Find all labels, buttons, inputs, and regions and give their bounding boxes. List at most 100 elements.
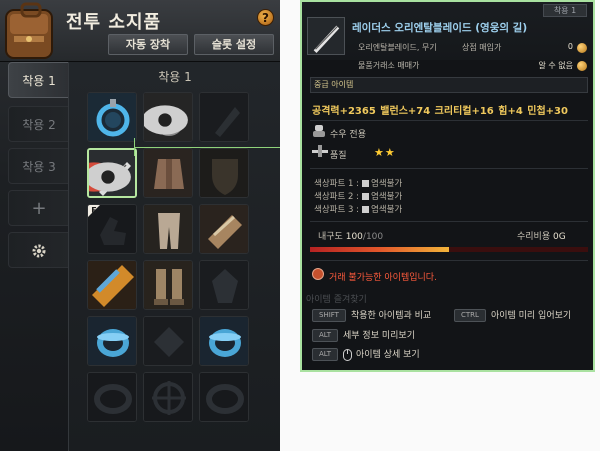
quality-label: 품질 <box>330 151 347 161</box>
slot-necklace[interactable] <box>143 92 193 142</box>
slot-empty-amulet[interactable] <box>199 92 249 142</box>
auto-equip-button[interactable]: 자동 장착 <box>108 34 188 55</box>
inventory-panel: 전투 소지품 ? 자동 장착 슬롯 설정 착용 1 착용 2 착용 3 + 착용… <box>0 0 280 451</box>
class-restriction: 수우 전용 <box>330 130 366 140</box>
bag-icon <box>5 2 53 59</box>
shift-key: SHIFT <box>312 309 346 322</box>
inventory-title: 전투 소지품 <box>66 12 162 33</box>
slot-pants[interactable] <box>143 204 193 254</box>
favorite-ghost-text: 아이템 즐겨찾기 <box>306 295 367 305</box>
item-grade: 중급 아이템 <box>310 77 588 93</box>
coin-icon <box>577 61 587 71</box>
trade-price-label: 물품거래소 매매가 <box>358 61 420 70</box>
durability-bar <box>310 247 449 252</box>
ctrl-key: CTRL <box>454 309 486 322</box>
durability-label: 내구도 <box>318 232 343 242</box>
hint-text: 아이템 미리 입어보기 <box>490 311 572 321</box>
slot-empty-talisman[interactable] <box>199 260 249 310</box>
dye-part-label: 색상파트 2 : <box>314 192 359 202</box>
dye-part-row: 색상파트 2 : 염색불가 <box>314 190 402 202</box>
slot-bracer[interactable] <box>199 204 249 254</box>
shop-price-value: 0 <box>567 42 573 51</box>
quality-icon <box>312 145 328 157</box>
dye-part-row: 색상파트 3 : 염색불가 <box>314 203 402 215</box>
dye-swatch <box>361 180 369 187</box>
blade-icon <box>307 17 345 55</box>
hint-text: 아이템 상세 보기 <box>356 350 420 360</box>
divider <box>310 221 588 222</box>
slot-empty-gloves[interactable]: F <box>87 204 137 254</box>
slot-weapon[interactable] <box>87 148 137 198</box>
item-tooltip: 착용 1 레이더스 오리엔탈블레이드 (영웅의 길) 오리엔탈블레이드, 무기 … <box>300 0 595 372</box>
talisman-placeholder-icon <box>200 261 248 309</box>
compass-placeholder-icon <box>144 373 192 421</box>
slot-belt[interactable] <box>87 260 137 310</box>
slot-empty-shield[interactable] <box>199 148 249 198</box>
tooltip-connector <box>135 147 300 148</box>
item-stats: 공격력+2365 밸런스+74 크리티컬+16 힘+4 민첩+30 <box>312 106 568 117</box>
boots-icon <box>144 261 192 309</box>
alt-key: ALT <box>312 329 339 342</box>
dye-part-row: 색상파트 1 : 염색불가 <box>314 177 402 189</box>
dye-swatch <box>361 193 369 200</box>
divider <box>310 260 588 261</box>
slot-ring-1[interactable] <box>87 316 137 366</box>
hint-preview-wear: CTRL 아이템 미리 입어보기 <box>454 308 571 322</box>
shield-placeholder-icon <box>200 149 248 197</box>
slot-empty-bracelet[interactable] <box>87 372 137 422</box>
equip-set-label: 착용 1 <box>158 70 192 84</box>
armor-icon <box>144 149 192 197</box>
dye-part-label: 색상파트 1 : <box>314 179 359 189</box>
trade-price-value: 알 수 없음 <box>538 61 573 70</box>
slot-empty-bracelet-2[interactable] <box>199 372 249 422</box>
help-button[interactable]: ? <box>257 9 274 26</box>
earring-icon <box>88 93 136 141</box>
equipment-area: 착용 1 F <box>68 62 280 451</box>
slot-empty-compass[interactable] <box>143 372 193 422</box>
hint-text: 착용한 아이템과 비교 <box>350 311 432 321</box>
gear-icon <box>32 244 46 258</box>
repair-cost-label: 수리비용 <box>517 232 551 242</box>
slot-ring-2[interactable] <box>199 316 249 366</box>
inventory-header: 전투 소지품 ? 자동 장착 슬롯 설정 <box>0 0 280 62</box>
equip-set-tabs: 착용 1 착용 2 착용 3 + <box>8 62 70 451</box>
alt-key: ALT <box>312 348 339 361</box>
divider <box>310 120 588 121</box>
quality-stars: ★★ <box>374 146 396 159</box>
slot-boots[interactable] <box>143 260 193 310</box>
equip-set-badge: 착용 1 <box>543 4 587 17</box>
repair-cost-value: 0G <box>553 232 566 242</box>
eye-icon[interactable] <box>87 152 133 198</box>
hint-compare: SHIFT 착용한 아이템과 비교 <box>312 308 431 322</box>
repair-cost: 수리비용 0G <box>517 229 566 242</box>
tab-equip-set-2[interactable]: 착용 2 <box>8 106 70 142</box>
amulet-placeholder-icon <box>200 93 248 141</box>
add-tab-button[interactable]: + <box>8 190 70 226</box>
eye-icon[interactable] <box>143 95 190 142</box>
slot-chest-armor[interactable] <box>143 148 193 198</box>
class-icon <box>313 125 325 137</box>
item-name: 레이더스 오리엔탈블레이드 (영웅의 길) <box>352 22 528 34</box>
durability-current: 100 <box>345 232 363 242</box>
tab-equip-set-1[interactable]: 착용 1 <box>8 62 70 98</box>
no-trade-icon <box>312 268 324 280</box>
durability: 내구도 100/100 <box>318 229 383 242</box>
slot-empty-rune[interactable] <box>143 316 193 366</box>
bracelet-placeholder-icon <box>200 373 248 421</box>
mouse-icon <box>343 348 353 361</box>
slot-earring[interactable] <box>87 92 137 142</box>
hint-text: 세부 정보 미리보기 <box>343 331 415 341</box>
ring-icon <box>88 317 136 365</box>
durability-max: /100 <box>362 232 384 242</box>
no-trade-notice: 거래 불가능한 아이템입니다. <box>329 273 437 283</box>
dye-part-value: 염색불가 <box>370 205 403 215</box>
settings-tab-button[interactable] <box>8 232 70 268</box>
divider <box>310 168 588 169</box>
tab-equip-set-3[interactable]: 착용 3 <box>8 148 70 184</box>
gloves-placeholder-icon <box>88 205 136 253</box>
belt-icon <box>88 261 136 309</box>
slot-setting-button[interactable]: 슬롯 설정 <box>194 34 274 55</box>
ring-icon <box>200 317 248 365</box>
dye-swatch <box>361 206 369 213</box>
dye-part-value: 염색불가 <box>370 192 403 202</box>
